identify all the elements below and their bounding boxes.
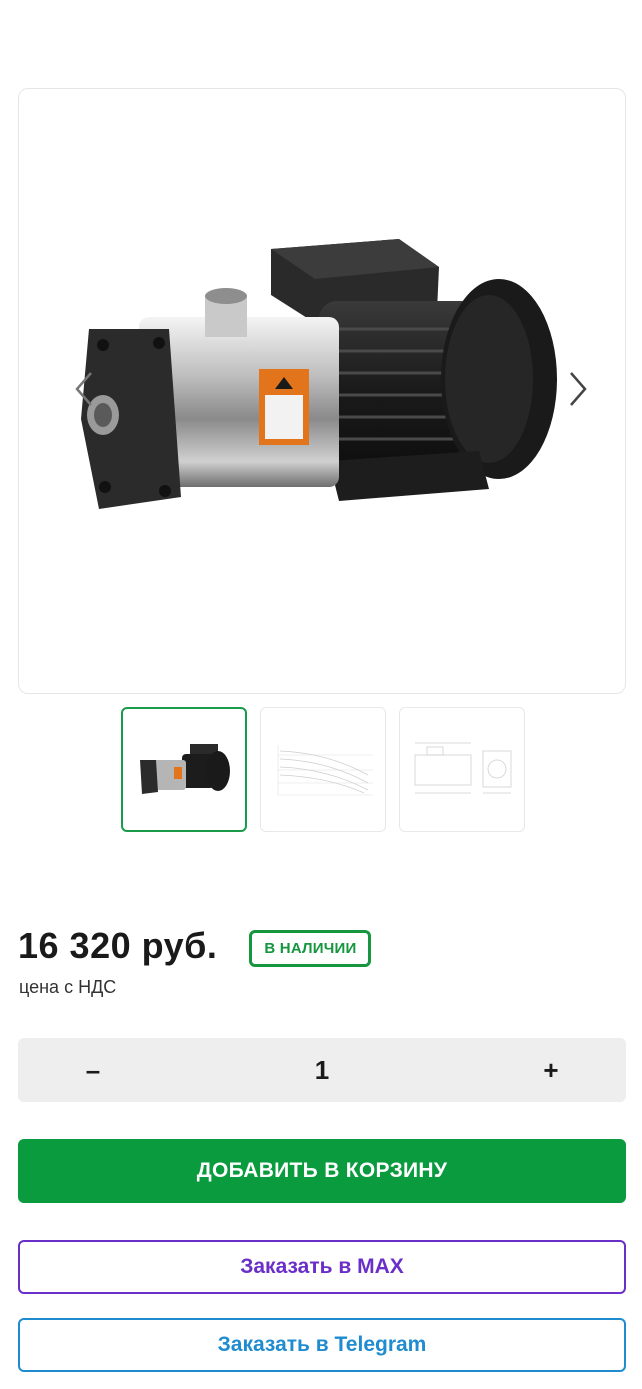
thumbnail-performance-curve[interactable] xyxy=(260,707,386,832)
pump-thumbnail-image xyxy=(140,743,230,794)
add-to-cart-button[interactable]: ДОБАВИТЬ В КОРЗИНУ xyxy=(18,1139,626,1203)
quantity-stepper: – 1 + xyxy=(18,1038,626,1102)
gallery-prev-button[interactable] xyxy=(67,359,101,419)
dimension-drawing-thumbnail-image xyxy=(414,742,512,793)
quantity-decrease-button[interactable]: – xyxy=(18,1038,168,1102)
thumbnail-pump-photo[interactable] xyxy=(121,707,247,832)
price-row: 16 320 руб. В НАЛИЧИИ xyxy=(18,925,372,967)
order-telegram-button[interactable]: Заказать в Telegram xyxy=(18,1318,626,1372)
chevron-left-icon xyxy=(75,372,92,406)
vat-note: цена с НДС xyxy=(19,977,117,997)
thumbnail-dimension-drawing[interactable] xyxy=(399,707,525,832)
gallery-next-button[interactable] xyxy=(561,359,595,419)
quantity-value[interactable]: 1 xyxy=(315,1055,329,1086)
chevron-right-icon xyxy=(570,372,587,406)
product-price: 16 320 руб. xyxy=(18,925,218,966)
quantity-increase-button[interactable]: + xyxy=(476,1038,626,1102)
stock-status-badge: В НАЛИЧИИ xyxy=(249,929,372,967)
performance-curve-thumbnail-image xyxy=(277,744,373,795)
thumbnail-strip xyxy=(121,707,525,832)
pump-product-image xyxy=(81,239,557,509)
product-image-gallery xyxy=(18,88,626,694)
order-max-button[interactable]: Заказать в MAX xyxy=(18,1240,626,1294)
